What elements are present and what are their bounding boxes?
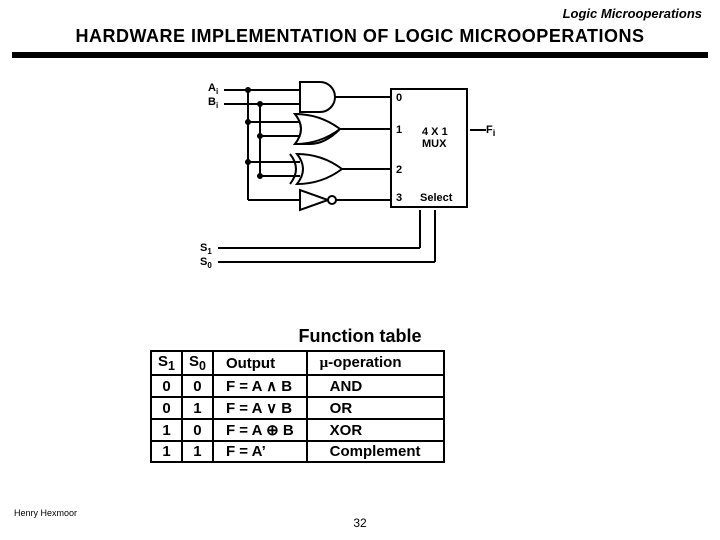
function-table-title: Function table — [0, 326, 720, 347]
mux-input-3: 3 — [396, 192, 402, 204]
mux-input-1: 1 — [396, 124, 402, 136]
col-operation: μ-operation — [307, 351, 444, 375]
mux-label: 4 X 1MUX — [422, 126, 448, 150]
table-header: S1 S0 Output μ-operation — [151, 351, 444, 375]
output-fi-label: Fi — [486, 124, 495, 138]
mux-box: 0 1 2 3 4 X 1MUX Select — [390, 88, 468, 208]
table-row: 0 0 F = A ∧ B AND — [151, 375, 444, 397]
mux-select-label: Select — [420, 192, 452, 204]
mux-input-0: 0 — [396, 92, 402, 104]
gates-svg — [160, 70, 560, 280]
title-rule — [12, 52, 708, 58]
function-table: S1 S0 Output μ-operation 0 0 F = A ∧ B A… — [150, 350, 445, 463]
page-title: HARDWARE IMPLEMENTATION OF LOGIC MICROOP… — [0, 26, 720, 47]
table-row: 1 1 F = A’ Complement — [151, 441, 444, 462]
mux-input-2: 2 — [396, 164, 402, 176]
table-row: 0 1 F = A ∨ B OR — [151, 397, 444, 419]
col-s0: S0 — [182, 351, 213, 375]
table-row: 1 0 F = A ⊕ B XOR — [151, 419, 444, 441]
col-s1: S1 — [151, 351, 182, 375]
section-label: Logic Microoperations — [563, 6, 702, 21]
logic-diagram: Ai Bi S1 S0 — [160, 70, 560, 280]
page-number: 32 — [0, 516, 720, 530]
col-output: Output — [213, 351, 307, 375]
